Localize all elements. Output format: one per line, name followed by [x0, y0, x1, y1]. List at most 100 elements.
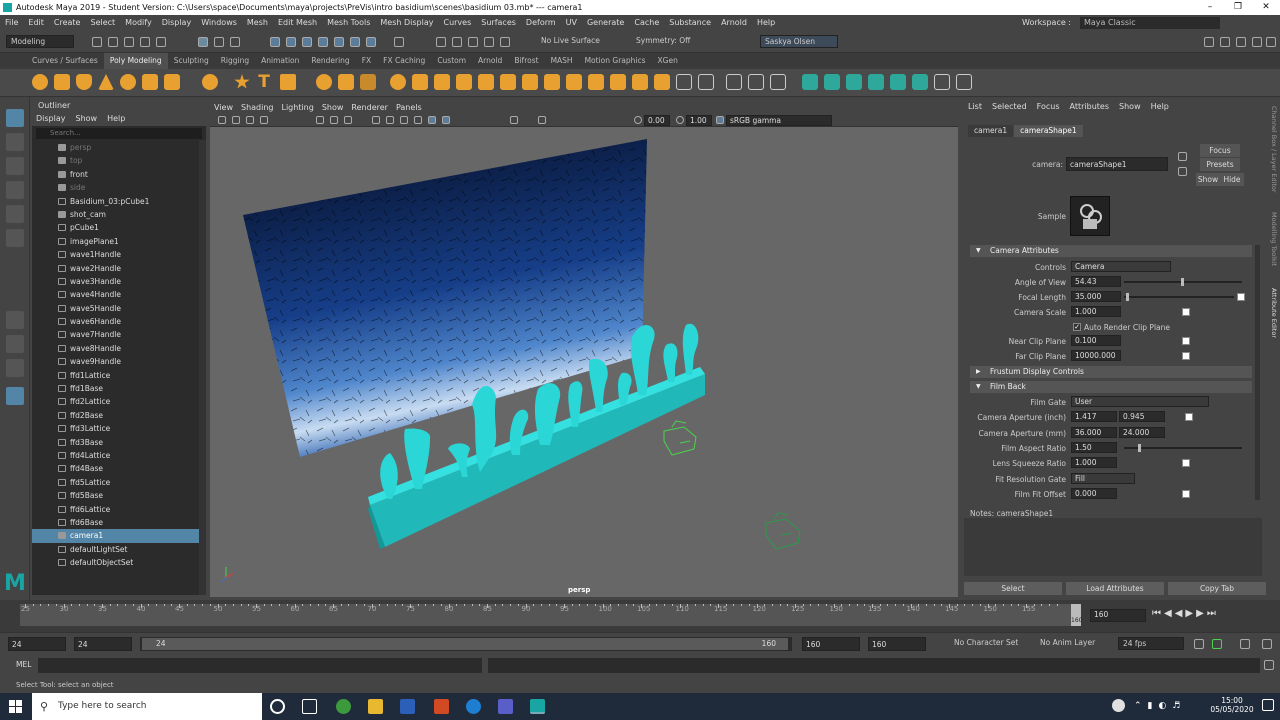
outliner-item-shot-cam[interactable]: shot_cam: [32, 208, 206, 221]
shelf-tab-mash[interactable]: MASH: [545, 53, 579, 69]
camera-scale-field[interactable]: 1.000: [1071, 306, 1121, 317]
outliner-item-defaultlightset[interactable]: defaultLightSet: [32, 543, 206, 556]
section-film-back[interactable]: ▼ Film Back: [970, 381, 1252, 393]
sound-icon[interactable]: [1262, 639, 1272, 649]
persp-outliner-layout-icon[interactable]: [6, 387, 24, 405]
render-settings-icon[interactable]: [1252, 37, 1262, 47]
planar-map-icon[interactable]: [802, 74, 818, 90]
shelf-tab-motion-graphics[interactable]: Motion Graphics: [579, 53, 652, 69]
select-by-curve-icon[interactable]: [302, 37, 312, 47]
viewport-menu-panels[interactable]: Panels: [396, 103, 422, 112]
menu-uv[interactable]: UV: [561, 15, 582, 31]
snap-view-plane-icon[interactable]: [484, 37, 494, 47]
ipr-render-icon[interactable]: [1236, 37, 1246, 47]
playback-controls[interactable]: ⏮◀◀▶▶⏭: [1152, 608, 1219, 619]
outliner-menu-show[interactable]: Show: [76, 114, 98, 123]
notifications-icon[interactable]: [1262, 699, 1274, 711]
range-slider-handle[interactable]: 24 160: [142, 638, 788, 650]
film-aspect-slider-handle[interactable]: [1138, 444, 1142, 452]
outliner-item-ffd2lattice[interactable]: ffd2Lattice: [32, 395, 206, 408]
aperture-mm-v-field[interactable]: 24.000: [1119, 427, 1165, 438]
step-forward-frame-icon[interactable]: ▶: [1196, 608, 1207, 619]
menu-help[interactable]: Help: [752, 15, 780, 31]
near-clip-field[interactable]: 0.100: [1071, 335, 1121, 346]
outliner-search-input[interactable]: Search...: [36, 128, 202, 139]
shelf-tab-rigging[interactable]: Rigging: [215, 53, 255, 69]
wedge-icon[interactable]: [588, 74, 604, 90]
quad-draw-icon[interactable]: [698, 74, 714, 90]
side-tab-channel-box[interactable]: Channel Box / Layer Editor: [1270, 106, 1278, 193]
fit-resolution-gate-dropdown[interactable]: Fill: [1071, 473, 1135, 484]
exposure-icon[interactable]: [634, 116, 642, 124]
focal-length-slider[interactable]: [1124, 296, 1234, 298]
menu-deform[interactable]: Deform: [521, 15, 561, 31]
ae-tab-camerashape1[interactable]: cameraShape1: [1014, 125, 1083, 137]
menu-modify[interactable]: Modify: [120, 15, 157, 31]
close-button[interactable]: ✕: [1252, 0, 1280, 15]
teams-icon[interactable]: [498, 699, 513, 714]
target-weld-icon[interactable]: [654, 74, 670, 90]
command-input[interactable]: [38, 658, 482, 673]
windows-start-icon[interactable]: [9, 700, 22, 713]
select-by-rendering-icon[interactable]: [366, 37, 376, 47]
select-hierarchy-icon[interactable]: [198, 37, 208, 47]
show-button[interactable]: Show: [1196, 173, 1220, 186]
save-scene-icon[interactable]: [124, 37, 134, 47]
outliner-item-wave7handle[interactable]: wave7Handle: [32, 328, 206, 341]
side-tab-attribute-editor[interactable]: Attribute Editor: [1270, 288, 1278, 338]
viewport-menu-renderer[interactable]: Renderer: [351, 103, 388, 112]
side-tab-modelling-toolkit[interactable]: Modelling Toolkit: [1270, 212, 1278, 266]
poly-cone-icon[interactable]: [98, 74, 114, 90]
menu-cache[interactable]: Cache: [629, 15, 664, 31]
menu-mesh-display[interactable]: Mesh Display: [375, 15, 438, 31]
outliner-item-persp[interactable]: persp: [32, 141, 206, 154]
outliner-item-basidium-03-pcube1[interactable]: Basidium_03:pCube1: [32, 195, 206, 208]
outliner-item-ffd6base[interactable]: ffd6Base: [32, 516, 206, 529]
ae-menu-attributes[interactable]: Attributes: [1070, 102, 1110, 111]
bookmark-icon[interactable]: [246, 116, 254, 124]
multi-cut-icon[interactable]: [726, 74, 742, 90]
film-gate-dropdown[interactable]: User: [1071, 396, 1209, 407]
snap-point-icon[interactable]: [468, 37, 478, 47]
aperture-mm-h-field[interactable]: 36.000: [1071, 427, 1117, 438]
append-icon[interactable]: [500, 74, 516, 90]
outliner-item-imageplane1[interactable]: imagePlane1: [32, 235, 206, 248]
ae-menu-list[interactable]: List: [968, 102, 982, 111]
select-tool-icon[interactable]: [6, 109, 24, 127]
outliner-item-ffd5base[interactable]: ffd5Base: [32, 489, 206, 502]
snap-grid-icon[interactable]: [436, 37, 446, 47]
chrome-icon[interactable]: [336, 699, 351, 714]
input-connections-icon[interactable]: [1178, 152, 1187, 161]
grid-icon[interactable]: [316, 116, 324, 124]
film-fit-offset-map-icon[interactable]: [1182, 490, 1190, 498]
attribute-editor-scrollbar[interactable]: [1255, 245, 1260, 500]
poly-cylinder-icon[interactable]: [76, 74, 92, 90]
viewport-menu-show[interactable]: Show: [322, 103, 344, 112]
aperture-inch-map-icon[interactable]: [1185, 413, 1193, 421]
outliner-item-ffd5lattice[interactable]: ffd5Lattice: [32, 476, 206, 489]
svg-tool-icon[interactable]: [280, 74, 296, 90]
poly-cube-icon[interactable]: [54, 74, 70, 90]
menu-file[interactable]: File: [0, 15, 23, 31]
menu-mesh[interactable]: Mesh: [242, 15, 273, 31]
platonic-solid-icon[interactable]: [202, 74, 218, 90]
offset-edge-loop-icon[interactable]: [770, 74, 786, 90]
extrude-icon[interactable]: [478, 74, 494, 90]
lasso-tool-icon[interactable]: [6, 133, 24, 151]
ae-menu-focus[interactable]: Focus: [1037, 102, 1060, 111]
rotate-tool-icon[interactable]: [6, 205, 24, 223]
render-view-icon[interactable]: [1204, 37, 1214, 47]
file-explorer-icon[interactable]: [368, 699, 383, 714]
ae-tab-camera1[interactable]: camera1: [968, 125, 1014, 137]
outliner-item-pcube1[interactable]: pCube1: [32, 221, 206, 234]
super-shape-icon[interactable]: [234, 74, 250, 89]
snap-live-icon[interactable]: [500, 37, 510, 47]
sew-uv-icon[interactable]: [934, 74, 950, 90]
focal-length-field[interactable]: 35.000: [1071, 291, 1121, 302]
insert-edge-loop-icon[interactable]: [748, 74, 764, 90]
auto-clip-checkbox[interactable]: ✓: [1073, 323, 1081, 331]
bevel-icon[interactable]: [434, 74, 450, 90]
menu-surfaces[interactable]: Surfaces: [476, 15, 521, 31]
playback-end-field[interactable]: 160: [802, 637, 860, 651]
shelf-tab-arnold[interactable]: Arnold: [472, 53, 508, 69]
